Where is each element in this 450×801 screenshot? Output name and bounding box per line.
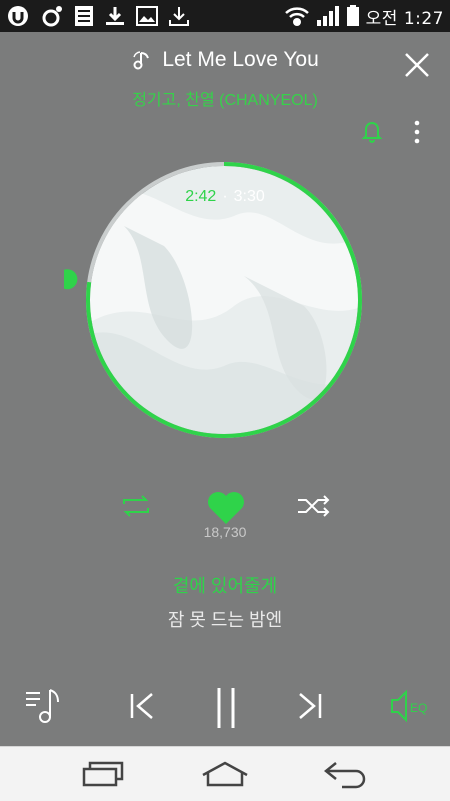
playlist-icon (26, 689, 59, 723)
notification-icons (6, 4, 190, 28)
progress-handle[interactable] (57, 269, 78, 290)
pause-button[interactable] (208, 686, 244, 734)
song-title: Let Me Love You (162, 48, 319, 71)
status-bar: 오전 1:27 (0, 0, 450, 32)
song-title-row: Let Me Love You (0, 48, 450, 80)
next-button[interactable] (292, 686, 328, 730)
lyric-current-line[interactable]: 곁에 있어줄게 (0, 572, 450, 598)
home-icon (202, 761, 248, 787)
previous-icon (130, 693, 153, 719)
close-icon (405, 53, 429, 77)
next-icon (299, 693, 322, 719)
download-icon (168, 5, 190, 27)
signal-icon (316, 5, 340, 27)
back-button[interactable] (322, 759, 372, 793)
lyric-next-line[interactable]: 잠 못 드는 밤엔 (0, 606, 450, 632)
repeat-icon (123, 495, 149, 517)
close-button[interactable] (402, 50, 432, 80)
system-nav-bar (0, 746, 450, 801)
equalizer-button[interactable]: EQ (388, 686, 428, 730)
recent-apps-icon (82, 761, 124, 787)
song-info-icon[interactable] (131, 49, 153, 75)
bell-icon (361, 122, 383, 143)
total-time: 3:30 (233, 188, 265, 205)
time-display: 2:42 · 3:30 (0, 188, 450, 206)
wifi-icon (284, 5, 310, 27)
system-indicators: 오전 1:27 (284, 4, 444, 29)
playback-options (0, 488, 450, 528)
clock: 오전 1:27 (365, 8, 444, 29)
melon-icon (40, 4, 64, 28)
uplus-icon (6, 4, 30, 28)
time-separator: · (222, 188, 228, 205)
notification-button[interactable] (360, 118, 384, 148)
more-options-button[interactable] (412, 120, 422, 148)
notes-icon (74, 5, 94, 27)
shuffle-icon (298, 495, 330, 517)
svg-text:EQ: EQ (410, 701, 427, 715)
home-button[interactable] (200, 759, 250, 793)
equalizer-icon: EQ (391, 689, 427, 723)
repeat-button[interactable] (118, 494, 154, 522)
like-count: 18,730 (203, 524, 247, 540)
player-controls: EQ (0, 680, 450, 732)
download-icon (104, 5, 126, 27)
more-vertical-icon (414, 120, 420, 144)
shuffle-button[interactable] (296, 494, 332, 522)
pause-icon (217, 688, 235, 728)
back-icon (323, 762, 366, 789)
battery-icon (346, 5, 360, 27)
previous-button[interactable] (124, 686, 160, 730)
artist-name[interactable]: 정기고, 찬열 (CHANYEOL) (0, 86, 450, 110)
recent-apps-button[interactable] (80, 759, 128, 793)
playlist-button[interactable] (24, 686, 64, 730)
heart-icon (208, 492, 244, 524)
image-icon (136, 6, 158, 26)
current-time: 2:42 (185, 188, 217, 205)
